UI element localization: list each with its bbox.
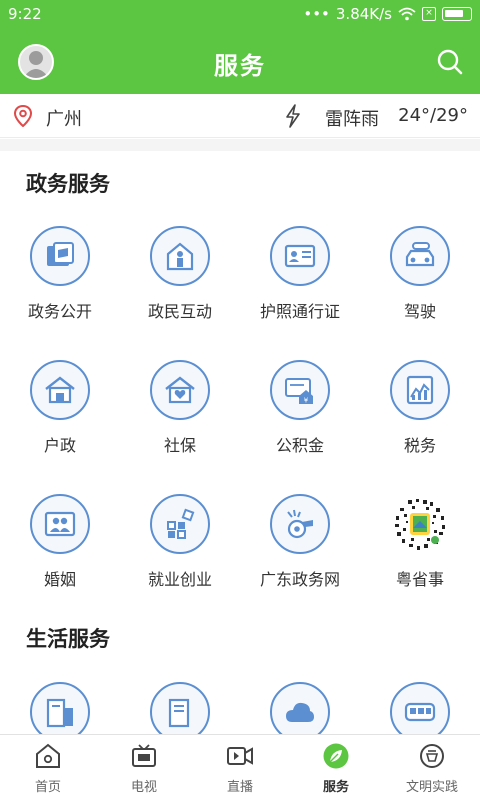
service-label: 护照通行证 (259, 302, 340, 321)
service-guangdong-gov-web[interactable]: 广东政务网 (240, 494, 360, 614)
life-service-building-1[interactable] (0, 682, 120, 734)
service-label: 公积金 (275, 436, 324, 455)
cloud-icon (270, 682, 330, 734)
weather-bar: 广州 雷阵雨 24°/29° (0, 94, 480, 138)
status-bar: 9:22 ••• 3.84K/s × (0, 0, 480, 28)
tab-label: 直播 (226, 780, 253, 795)
service-label: 婚姻 (43, 570, 76, 589)
status-dots: ••• (303, 5, 330, 23)
search-icon[interactable] (436, 48, 464, 76)
live-video-icon (227, 747, 253, 765)
network-speed: 3.84K/s (335, 5, 392, 23)
whistle-icon (270, 494, 330, 554)
home-icon (36, 743, 60, 768)
app-bar: 服务 (0, 28, 480, 94)
thunderstorm-icon (286, 104, 300, 128)
service-tax[interactable]: 税务 (360, 360, 480, 480)
life-service-building-2[interactable] (120, 682, 240, 734)
bus-icon (390, 682, 450, 734)
tab-label: 服务 (322, 780, 349, 795)
social-security-icon (150, 360, 210, 420)
life-service-bus[interactable] (360, 682, 480, 734)
qr-code-icon (391, 495, 449, 553)
service-social-security[interactable]: 社保 (120, 360, 240, 480)
service-driving[interactable]: 驾驶 (360, 226, 480, 346)
tab-home[interactable]: 首页 (0, 735, 96, 801)
tab-label: 文明实践 (405, 780, 458, 795)
marriage-icon (30, 494, 90, 554)
housing-fund-icon: ¥ (270, 360, 330, 420)
building-icon (30, 682, 90, 734)
svg-text:¥: ¥ (304, 397, 309, 405)
tab-label: 首页 (34, 780, 61, 795)
employment-icon (150, 494, 210, 554)
service-label: 户政 (43, 436, 76, 455)
tv-icon (132, 744, 156, 767)
service-household[interactable]: 户政 (0, 360, 120, 480)
tax-icon (390, 360, 450, 420)
status-time: 9:22 (8, 5, 42, 23)
section-divider (0, 139, 480, 151)
page-title: 服务 (214, 52, 266, 80)
section-title-life: 生活服务 (26, 627, 110, 651)
house-icon (30, 360, 90, 420)
service-passport[interactable]: 护照通行证 (240, 226, 360, 346)
passport-icon (270, 226, 330, 286)
tab-label: 电视 (130, 780, 157, 795)
sim-icon: × (422, 7, 436, 21)
bottom-tab-bar: 首页 电视 直播 服务 文明实践 (0, 734, 480, 800)
tab-tv[interactable]: 电视 (96, 735, 192, 801)
tab-service[interactable]: 服务 (288, 735, 384, 801)
tab-civilization-practice[interactable]: 文明实践 (384, 735, 480, 801)
building-icon (150, 682, 210, 734)
battery-icon (442, 7, 472, 21)
service-yueshengshi[interactable]: 粤省事 (360, 494, 480, 614)
weather-condition: 雷阵雨 (325, 109, 379, 130)
location-pin-icon (14, 105, 32, 127)
service-housing-fund[interactable]: ¥ 公积金 (240, 360, 360, 480)
service-employment[interactable]: 就业创业 (120, 494, 240, 614)
tab-live[interactable]: 直播 (192, 735, 288, 801)
service-marriage[interactable]: 婚姻 (0, 494, 120, 614)
status-indicators: ••• 3.84K/s × (303, 5, 472, 23)
city-name[interactable]: 广州 (46, 105, 82, 131)
service-label: 社保 (163, 436, 196, 455)
service-label: 广东政务网 (259, 570, 340, 589)
service-label: 税务 (403, 436, 436, 455)
civilization-icon (420, 744, 444, 768)
service-label: 粤省事 (395, 570, 444, 589)
section-title-gov: 政务服务 (26, 172, 110, 196)
temperature: 24°/29° (398, 105, 468, 126)
service-interaction[interactable]: 政民互动 (120, 226, 240, 346)
service-open-government[interactable]: 政务公开 (0, 226, 120, 346)
service-label: 就业创业 (147, 570, 212, 589)
life-service-cloud[interactable] (240, 682, 360, 734)
car-icon (390, 226, 450, 286)
interaction-icon (150, 226, 210, 286)
service-label: 政务公开 (27, 302, 92, 321)
service-label: 驾驶 (403, 302, 436, 321)
service-leaf-icon (323, 743, 349, 769)
wifi-icon (398, 7, 416, 21)
open-government-icon (30, 226, 90, 286)
service-label: 政民互动 (147, 302, 212, 321)
